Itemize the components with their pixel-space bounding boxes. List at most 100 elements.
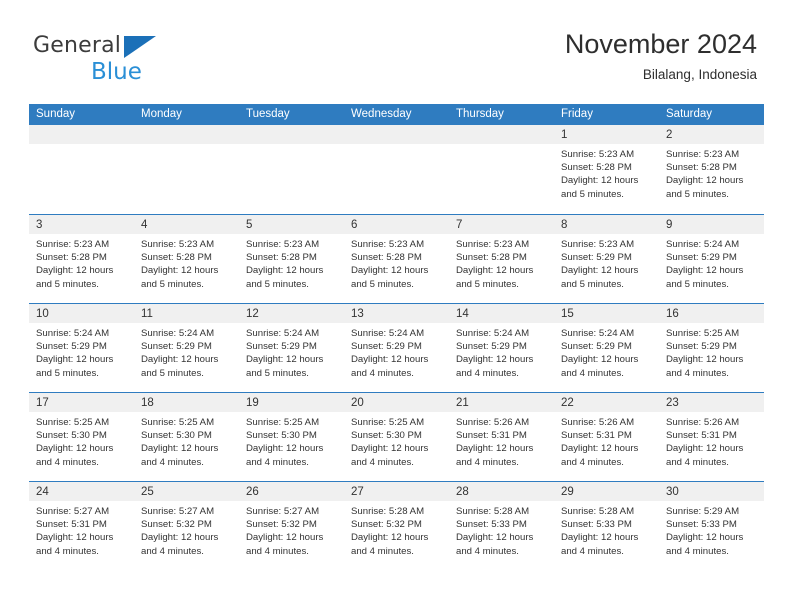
day-cell-30[interactable]: 30 Sunrise: 5:29 AM Sunset: 5:33 PM Dayligh… xyxy=(659,482,764,570)
calendar-week-row: 1 Sunrise: 5:23 AM Sunset: 5:28 PM Daylight… xyxy=(29,125,764,214)
daylight-text-line1: Daylight: 12 hours xyxy=(36,354,114,366)
day-number: 1 xyxy=(561,129,568,141)
day-details: Sunrise: 5:27 AM Sunset: 5:32 PM Daylight:… xyxy=(134,501,239,558)
calendar-weeks: 1 Sunrise: 5:23 AM Sunset: 5:28 PM Daylight… xyxy=(29,125,764,570)
sunrise-text: Sunrise: 5:24 AM xyxy=(36,328,110,339)
day-cell-18[interactable]: 18 Sunrise: 5:25 AM Sunset: 5:30 PM Dayligh… xyxy=(134,393,239,481)
day-cell-5[interactable]: 5 Sunrise: 5:23 AM Sunset: 5:28 PM Daylight… xyxy=(239,215,344,303)
day-cell-13[interactable]: 13 Sunrise: 5:24 AM Sunset: 5:29 PM Dayligh… xyxy=(344,304,449,392)
daylight-text-line1: Daylight: 12 hours xyxy=(36,443,114,455)
day-details: Sunrise: 5:25 AM Sunset: 5:30 PM Daylight:… xyxy=(29,412,134,469)
day-details: Sunrise: 5:28 AM Sunset: 5:33 PM Daylight:… xyxy=(554,501,659,558)
day-cell-22[interactable]: 22 Sunrise: 5:26 AM Sunset: 5:31 PM Dayligh… xyxy=(554,393,659,481)
day-cell-26[interactable]: 26 Sunrise: 5:27 AM Sunset: 5:32 PM Dayligh… xyxy=(239,482,344,570)
day-number-band xyxy=(239,125,344,144)
daylight-text-line1: Daylight: 12 hours xyxy=(561,175,639,187)
day-number: 2 xyxy=(666,129,673,141)
day-number-band xyxy=(29,125,134,144)
generalblue-logo[interactable]: General Blue xyxy=(33,33,213,85)
day-cell-24[interactable]: 24 Sunrise: 5:27 AM Sunset: 5:31 PM Dayligh… xyxy=(29,482,134,570)
sunrise-text: Sunrise: 5:26 AM xyxy=(456,417,530,428)
sunset-text: Sunset: 5:33 PM xyxy=(456,519,527,531)
day-details: Sunrise: 5:28 AM Sunset: 5:32 PM Daylight:… xyxy=(344,501,449,558)
sunset-text: Sunset: 5:33 PM xyxy=(561,519,632,531)
sunset-text: Sunset: 5:29 PM xyxy=(666,341,737,353)
day-details: Sunrise: 5:27 AM Sunset: 5:31 PM Daylight:… xyxy=(29,501,134,558)
day-cell-7[interactable]: 7 Sunrise: 5:23 AM Sunset: 5:28 PM Daylight… xyxy=(449,215,554,303)
daylight-text-line2: and 4 minutes. xyxy=(246,456,309,468)
day-cell-10[interactable]: 10 Sunrise: 5:24 AM Sunset: 5:29 PM Dayligh… xyxy=(29,304,134,392)
day-number-band: 18 xyxy=(134,393,239,412)
day-cell-11[interactable]: 11 Sunrise: 5:24 AM Sunset: 5:29 PM Dayligh… xyxy=(134,304,239,392)
sunrise-text: Sunrise: 5:24 AM xyxy=(561,328,635,339)
weekday-header-monday: Monday xyxy=(141,108,182,120)
daylight-text-line2: and 4 minutes. xyxy=(561,545,624,557)
day-cell-4[interactable]: 4 Sunrise: 5:23 AM Sunset: 5:28 PM Daylight… xyxy=(134,215,239,303)
day-cell-27[interactable]: 27 Sunrise: 5:28 AM Sunset: 5:32 PM Dayligh… xyxy=(344,482,449,570)
day-number-band: 20 xyxy=(344,393,449,412)
day-cell-20[interactable]: 20 Sunrise: 5:25 AM Sunset: 5:30 PM Dayligh… xyxy=(344,393,449,481)
sunset-text: Sunset: 5:31 PM xyxy=(666,430,737,442)
day-cell-28[interactable]: 28 Sunrise: 5:28 AM Sunset: 5:33 PM Dayligh… xyxy=(449,482,554,570)
day-number: 27 xyxy=(351,486,364,498)
sunrise-text: Sunrise: 5:24 AM xyxy=(456,328,530,339)
day-number: 26 xyxy=(246,486,259,498)
sunrise-text: Sunrise: 5:28 AM xyxy=(351,506,425,517)
day-details: Sunrise: 5:24 AM Sunset: 5:29 PM Daylight:… xyxy=(239,323,344,380)
day-cell-1[interactable]: 1 Sunrise: 5:23 AM Sunset: 5:28 PM Daylight… xyxy=(554,125,659,214)
sunset-text: Sunset: 5:28 PM xyxy=(666,162,737,174)
day-details: Sunrise: 5:24 AM Sunset: 5:29 PM Daylight:… xyxy=(134,323,239,380)
sunset-text: Sunset: 5:28 PM xyxy=(456,252,527,264)
daylight-text-line2: and 5 minutes. xyxy=(36,278,99,290)
day-cell-19[interactable]: 19 Sunrise: 5:25 AM Sunset: 5:30 PM Dayligh… xyxy=(239,393,344,481)
sunset-text: Sunset: 5:33 PM xyxy=(666,519,737,531)
day-cell-15[interactable]: 15 Sunrise: 5:24 AM Sunset: 5:29 PM Dayligh… xyxy=(554,304,659,392)
day-cell-14[interactable]: 14 Sunrise: 5:24 AM Sunset: 5:29 PM Dayligh… xyxy=(449,304,554,392)
day-number: 6 xyxy=(351,219,358,231)
day-details: Sunrise: 5:23 AM Sunset: 5:28 PM Daylight:… xyxy=(29,234,134,291)
daylight-text-line2: and 4 minutes. xyxy=(666,545,729,557)
day-cell-8[interactable]: 8 Sunrise: 5:23 AM Sunset: 5:29 PM Daylight… xyxy=(554,215,659,303)
day-number: 10 xyxy=(36,308,49,320)
day-cell-6[interactable]: 6 Sunrise: 5:23 AM Sunset: 5:28 PM Daylight… xyxy=(344,215,449,303)
day-details: Sunrise: 5:23 AM Sunset: 5:28 PM Daylight:… xyxy=(659,144,764,201)
day-number: 19 xyxy=(246,397,259,409)
sunrise-text: Sunrise: 5:27 AM xyxy=(36,506,110,517)
daylight-text-line1: Daylight: 12 hours xyxy=(666,532,744,544)
day-cell-2[interactable]: 2 Sunrise: 5:23 AM Sunset: 5:28 PM Daylight… xyxy=(659,125,764,214)
day-cell-empty xyxy=(344,125,449,214)
sunset-text: Sunset: 5:29 PM xyxy=(246,341,317,353)
daylight-text-line1: Daylight: 12 hours xyxy=(456,354,534,366)
day-number-band xyxy=(134,125,239,144)
day-number-band: 2 xyxy=(659,125,764,144)
daylight-text-line1: Daylight: 12 hours xyxy=(456,443,534,455)
day-details: Sunrise: 5:23 AM Sunset: 5:28 PM Daylight:… xyxy=(554,144,659,201)
daylight-text-line2: and 5 minutes. xyxy=(561,278,624,290)
daylight-text-line2: and 5 minutes. xyxy=(246,278,309,290)
weekday-header-wednesday: Wednesday xyxy=(351,108,412,120)
day-cell-25[interactable]: 25 Sunrise: 5:27 AM Sunset: 5:32 PM Dayligh… xyxy=(134,482,239,570)
day-cell-17[interactable]: 17 Sunrise: 5:25 AM Sunset: 5:30 PM Dayligh… xyxy=(29,393,134,481)
daylight-text-line1: Daylight: 12 hours xyxy=(351,265,429,277)
sunset-text: Sunset: 5:29 PM xyxy=(141,341,212,353)
day-cell-23[interactable]: 23 Sunrise: 5:26 AM Sunset: 5:31 PM Dayligh… xyxy=(659,393,764,481)
sunrise-text: Sunrise: 5:23 AM xyxy=(246,239,320,250)
title-block: November 2024 Bilalang, Indonesia xyxy=(565,28,757,83)
day-number-band: 25 xyxy=(134,482,239,501)
day-cell-3[interactable]: 3 Sunrise: 5:23 AM Sunset: 5:28 PM Daylight… xyxy=(29,215,134,303)
daylight-text-line2: and 5 minutes. xyxy=(666,278,729,290)
day-details: Sunrise: 5:24 AM Sunset: 5:29 PM Daylight:… xyxy=(344,323,449,380)
day-cell-12[interactable]: 12 Sunrise: 5:24 AM Sunset: 5:29 PM Dayligh… xyxy=(239,304,344,392)
day-cell-29[interactable]: 29 Sunrise: 5:28 AM Sunset: 5:33 PM Dayligh… xyxy=(554,482,659,570)
day-details: Sunrise: 5:26 AM Sunset: 5:31 PM Daylight:… xyxy=(659,412,764,469)
day-details: Sunrise: 5:25 AM Sunset: 5:29 PM Daylight:… xyxy=(659,323,764,380)
day-cell-16[interactable]: 16 Sunrise: 5:25 AM Sunset: 5:29 PM Dayligh… xyxy=(659,304,764,392)
sunset-text: Sunset: 5:28 PM xyxy=(141,252,212,264)
daylight-text-line1: Daylight: 12 hours xyxy=(666,265,744,277)
daylight-text-line1: Daylight: 12 hours xyxy=(141,354,219,366)
daylight-text-line2: and 5 minutes. xyxy=(456,278,519,290)
day-details: Sunrise: 5:24 AM Sunset: 5:29 PM Daylight:… xyxy=(29,323,134,380)
day-number-band: 11 xyxy=(134,304,239,323)
day-cell-21[interactable]: 21 Sunrise: 5:26 AM Sunset: 5:31 PM Dayligh… xyxy=(449,393,554,481)
day-cell-9[interactable]: 9 Sunrise: 5:24 AM Sunset: 5:29 PM Daylight… xyxy=(659,215,764,303)
